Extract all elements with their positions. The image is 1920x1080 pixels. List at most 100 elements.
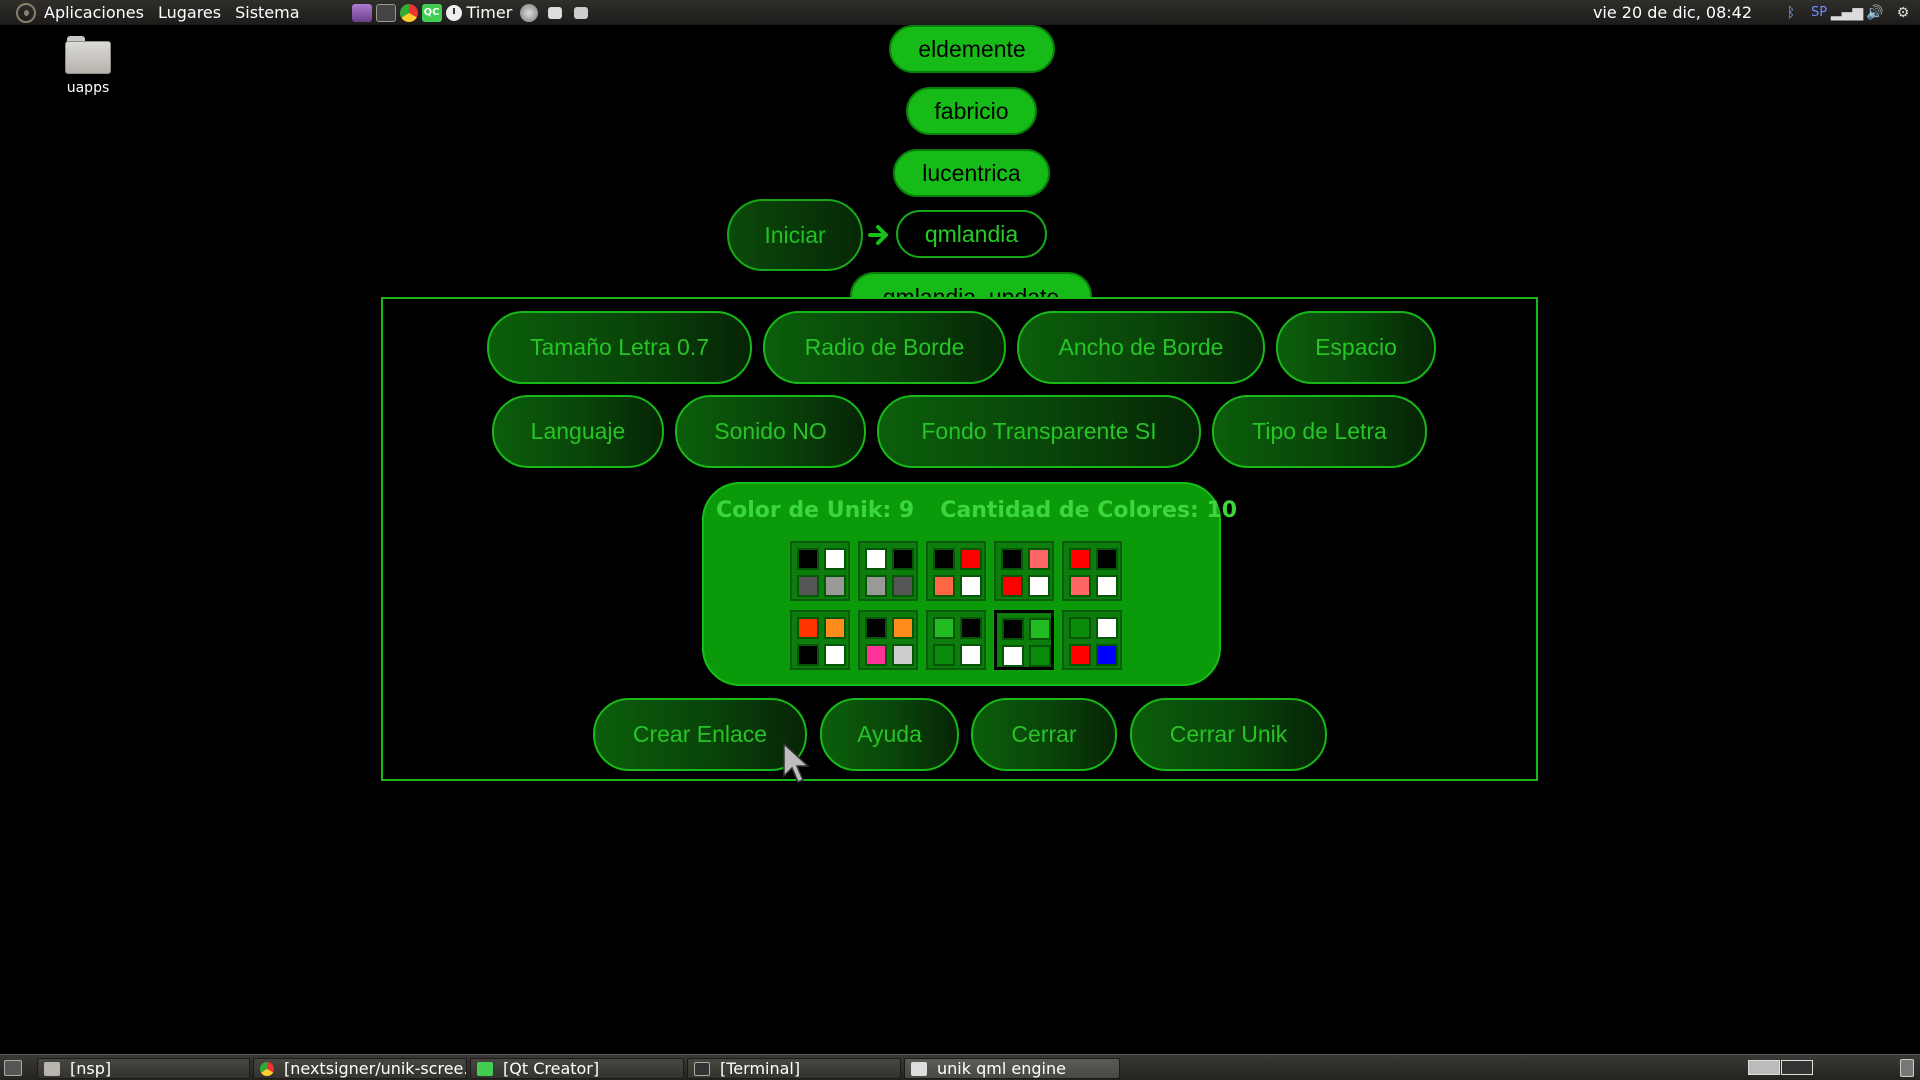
app-item-eldemente[interactable]: eldemente — [889, 25, 1055, 73]
help-button[interactable]: Ayuda — [820, 698, 959, 771]
window-icon[interactable] — [548, 6, 563, 19]
swatch-square — [960, 575, 982, 597]
clock-display[interactable]: vie 20 de dic, 08:42 — [1593, 0, 1752, 25]
swatch-square — [1002, 618, 1024, 640]
bluetooth-icon[interactable]: ᛒ — [1782, 4, 1800, 22]
swatch-square — [960, 617, 982, 639]
terminal-icon — [694, 1061, 710, 1076]
font-size-button[interactable]: Tamaño Letra 0.7 — [487, 311, 752, 384]
spacing-button[interactable]: Espacio — [1276, 311, 1436, 384]
workspace-1[interactable] — [1748, 1060, 1780, 1075]
swatch-square — [1001, 548, 1023, 570]
transparent-bg-button[interactable]: Fondo Transparente SI — [877, 395, 1201, 468]
ubuntu-logo-icon[interactable] — [16, 2, 36, 23]
swatch-square — [1069, 644, 1091, 666]
color-swatch-1[interactable] — [790, 541, 850, 601]
swatch-square — [797, 617, 819, 639]
mouse-cursor-icon — [783, 742, 810, 783]
app-item-lucentrica[interactable]: lucentrica — [893, 149, 1050, 197]
swatch-square — [1002, 645, 1024, 667]
swatch-square — [892, 644, 914, 666]
qt-creator-icon[interactable]: QC — [421, 3, 442, 22]
task-qt-creator[interactable]: [Qt Creator] — [470, 1058, 684, 1079]
color-swatch-10[interactable] — [1062, 610, 1122, 670]
desktop-icon-label: uapps — [66, 80, 110, 96]
keyboard-layout-indicator[interactable]: SP — [1810, 4, 1828, 22]
swatch-square — [1029, 618, 1051, 640]
color-swatch-6[interactable] — [790, 610, 850, 670]
swatch-square — [892, 617, 914, 639]
folder-icon — [44, 1061, 60, 1076]
swatch-square — [892, 575, 914, 597]
font-type-button[interactable]: Tipo de Letra — [1212, 395, 1427, 468]
color-swatch-5[interactable] — [1062, 541, 1122, 601]
swatch-square — [797, 548, 819, 570]
swatch-square — [824, 575, 846, 597]
swatch-square — [865, 644, 887, 666]
sound-button[interactable]: Sonido NO — [675, 395, 866, 468]
clock-icon[interactable] — [445, 4, 462, 21]
network-signal-icon[interactable]: ▂▄▆ — [1831, 4, 1863, 22]
swatch-square — [1001, 575, 1023, 597]
swatch-square — [824, 617, 846, 639]
color-count-label: Cantidad de Colores: 10 — [940, 498, 1238, 523]
swatch-square — [892, 548, 914, 570]
desktop-folder-uapps[interactable]: uapps — [60, 36, 116, 96]
color-selector: Color de Unik: 9 Cantidad de Colores: 10 — [702, 482, 1237, 686]
close-unik-button[interactable]: Cerrar Unik — [1130, 698, 1327, 771]
menu-aplicaciones[interactable]: Aplicaciones — [44, 0, 144, 25]
swatch-square — [1096, 548, 1118, 570]
color-index-label: Color de Unik: 9 — [716, 498, 915, 523]
swatch-square — [865, 617, 887, 639]
settings-gear-icon[interactable]: ⚙ — [1894, 4, 1912, 22]
top-panel: Aplicaciones Lugares Sistema QC Timer vi… — [0, 0, 1920, 25]
color-swatch-9[interactable] — [994, 610, 1054, 670]
launcher-app-icon[interactable] — [351, 3, 372, 22]
swatch-square — [1096, 575, 1118, 597]
border-radius-button[interactable]: Radio de Borde — [763, 311, 1006, 384]
window-icon — [911, 1061, 927, 1076]
screenshot-icon[interactable] — [574, 6, 589, 19]
create-link-button[interactable]: Crear Enlace — [593, 698, 807, 771]
language-button[interactable]: Languaje — [492, 395, 664, 468]
qt-creator-icon — [477, 1061, 493, 1076]
chrome-icon[interactable] — [399, 3, 418, 22]
volume-icon[interactable]: 🔊 — [1866, 4, 1884, 22]
swatch-square — [933, 575, 955, 597]
task-label: [nsp] — [70, 1059, 112, 1078]
iniciar-button[interactable]: Iniciar — [727, 199, 863, 271]
swatch-square — [933, 617, 955, 639]
swatch-square — [1096, 617, 1118, 639]
workspace-2[interactable] — [1781, 1060, 1813, 1075]
swatch-square — [865, 548, 887, 570]
color-swatch-3[interactable] — [926, 541, 986, 601]
task-chrome[interactable]: [nextsigner/unik-scree... — [253, 1058, 467, 1079]
task-unik-qml-engine[interactable]: unik qml engine — [904, 1058, 1120, 1079]
monitor-icon[interactable] — [375, 3, 396, 22]
swatch-square — [824, 548, 846, 570]
swatch-square — [960, 644, 982, 666]
arrow-right-icon — [868, 225, 888, 245]
timer-launcher[interactable]: Timer — [467, 0, 513, 25]
globe-icon[interactable] — [520, 3, 539, 22]
close-button[interactable]: Cerrar — [971, 698, 1117, 771]
app-item-fabricio[interactable]: fabricio — [906, 87, 1037, 135]
task-label: [nextsigner/unik-scree... — [284, 1059, 467, 1078]
border-width-button[interactable]: Ancho de Borde — [1017, 311, 1265, 384]
color-swatch-7[interactable] — [858, 610, 918, 670]
bottom-taskbar: [nsp] [nextsigner/unik-scree... [Qt Crea… — [0, 1054, 1920, 1080]
chrome-icon — [260, 1061, 274, 1076]
swatch-square — [797, 644, 819, 666]
swatch-square — [1069, 575, 1091, 597]
task-nsp[interactable]: [nsp] — [37, 1058, 250, 1079]
task-terminal[interactable]: [Terminal] — [687, 1058, 901, 1079]
show-desktop-icon[interactable] — [4, 1060, 22, 1076]
color-swatch-8[interactable] — [926, 610, 986, 670]
trash-icon[interactable] — [1900, 1059, 1914, 1077]
menu-lugares[interactable]: Lugares — [158, 0, 221, 25]
task-label: [Terminal] — [720, 1059, 801, 1078]
app-item-qmlandia[interactable]: qmlandia — [896, 210, 1047, 258]
color-swatch-4[interactable] — [994, 541, 1054, 601]
menu-sistema[interactable]: Sistema — [235, 0, 299, 25]
color-swatch-2[interactable] — [858, 541, 918, 601]
